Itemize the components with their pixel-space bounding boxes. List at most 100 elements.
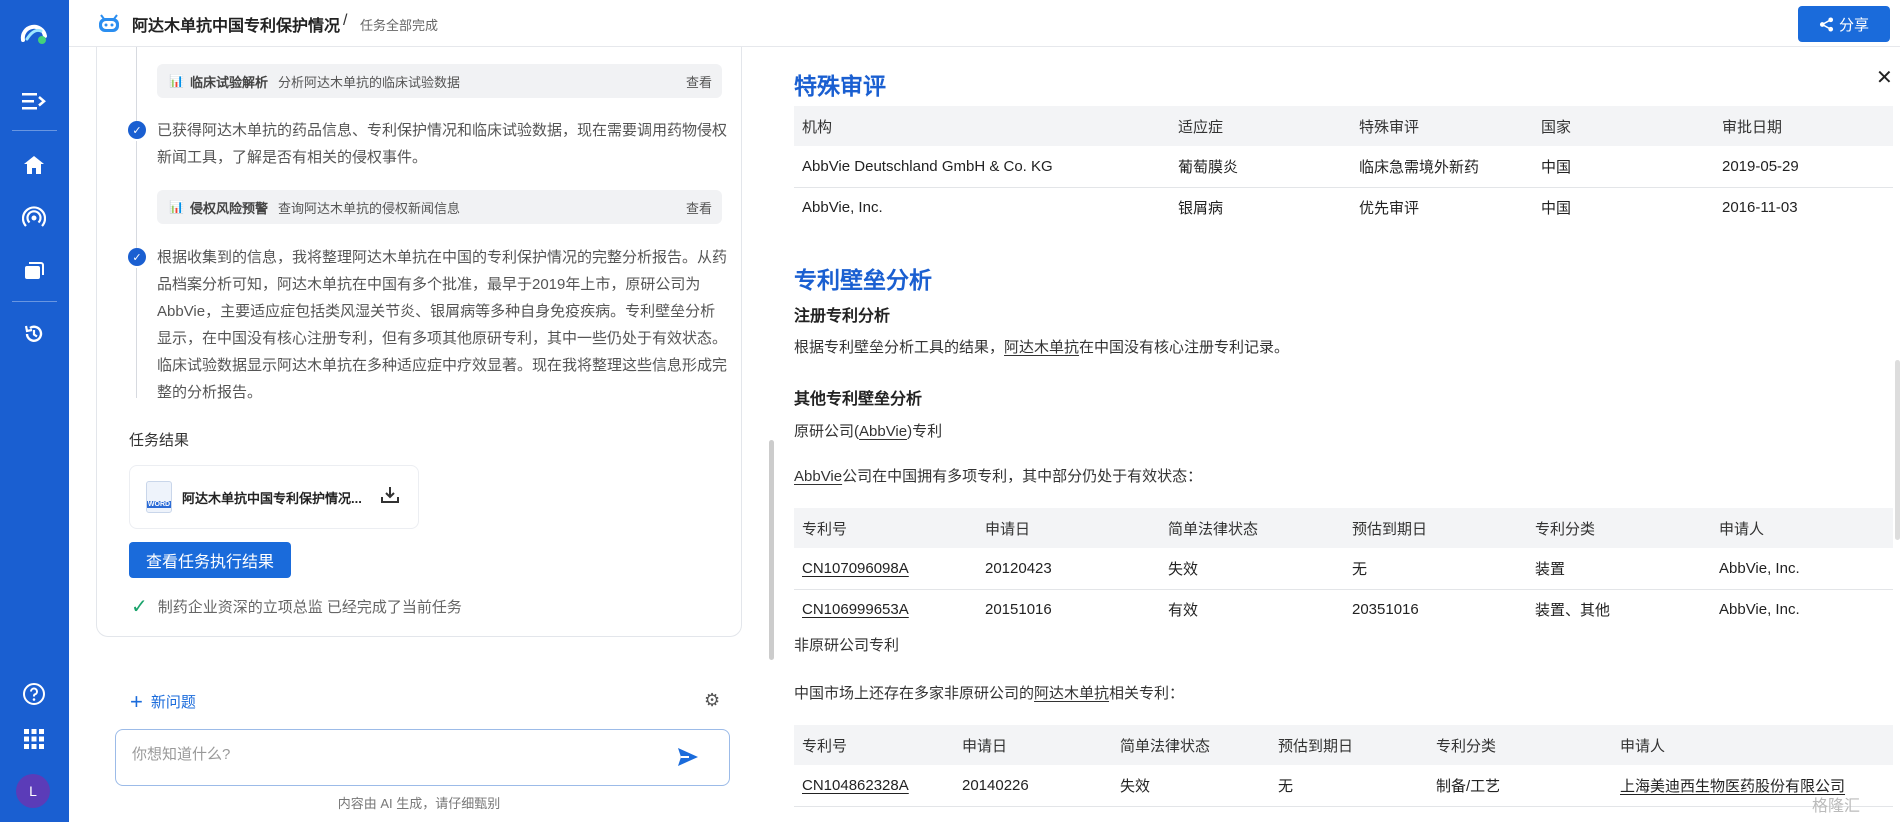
table-header: 申请日: [954, 725, 1112, 765]
share-button[interactable]: 分享: [1798, 6, 1890, 42]
table-cell: 失效: [1160, 548, 1344, 590]
table-cell: 无: [1270, 765, 1428, 807]
tool-description: 分析阿达木单抗的临床试验数据: [277, 74, 460, 90]
check-icon: ✓: [128, 121, 146, 139]
avatar[interactable]: L: [16, 774, 50, 808]
table-header: 简单法律状态: [1160, 508, 1344, 548]
drug-link[interactable]: 阿达木单抗: [1034, 685, 1109, 702]
home-icon[interactable]: [19, 150, 49, 180]
table-header: 专利分类: [1527, 508, 1711, 548]
word-file-icon: WORD: [146, 481, 172, 513]
history-icon[interactable]: [19, 319, 49, 349]
non-originator-patent-text: 中国市场上还存在多家非原研公司的阿达木单抗相关专利：: [794, 685, 1185, 702]
sidebar-divider: [12, 130, 57, 131]
table-cell: 失效: [1112, 765, 1270, 807]
table-cell: AbbVie, Inc.: [1711, 548, 1893, 590]
patent-number-link[interactable]: CN106999653A: [794, 589, 977, 630]
tool-card-infringement-risk: 📊 侵权风险预警 查询阿达木单抗的侵权新闻信息 查看: [157, 190, 722, 224]
task-steps-panel: 📊 临床试验解析 分析阿达木单抗的临床试验数据 查看 ✓ 已获得阿达木单抗的药品…: [96, 47, 742, 637]
checkmark-icon: ✓: [131, 596, 148, 618]
logo-icon[interactable]: [19, 18, 49, 48]
chart-icon: 📊: [169, 74, 184, 88]
tool-description: 查询阿达木单抗的侵权新闻信息: [277, 200, 460, 216]
new-question-button[interactable]: + 新问题: [130, 688, 196, 714]
section-title-patent-wall: 专利壁垒分析: [794, 267, 932, 293]
share-icon: [1819, 16, 1834, 32]
table-cell: AbbVie, Inc.: [802, 199, 883, 217]
registered-patent-text: 根据专利壁垒分析工具的结果，阿达木单抗在中国没有核心注册专利记录。: [794, 339, 1290, 356]
question-input[interactable]: [132, 746, 652, 763]
table-cell: 临床急需境外新药: [1351, 146, 1533, 188]
timeline-line: [136, 141, 137, 251]
sidebar-divider: [12, 301, 57, 302]
table-cell: 20151016: [985, 601, 1052, 619]
check-icon: ✓: [128, 248, 146, 266]
table-cell: 优先审评: [1359, 200, 1420, 218]
task-complete-text: 制药企业资深的立项总监 已经完成了当前任务: [157, 599, 462, 616]
tool-name: 临床试验解析: [189, 74, 268, 90]
plus-icon: +: [130, 688, 143, 714]
folders-icon[interactable]: [19, 256, 49, 286]
table-cell: AbbVie Deutschland GmbH & Co. KG: [794, 146, 1170, 188]
company-link[interactable]: AbbVie: [859, 423, 907, 440]
table-header: 国家: [1533, 106, 1714, 146]
table-header: 特殊审评: [1351, 106, 1533, 146]
non-originator-patent-label: 非原研公司专利: [794, 637, 900, 654]
close-icon[interactable]: ✕: [1876, 65, 1893, 90]
timeline-line: [136, 47, 137, 122]
table-cell: 20120423: [977, 548, 1160, 590]
table-cell: 有效: [1168, 602, 1199, 620]
table-header: 申请日: [977, 508, 1160, 548]
tool-card-clinical-trial: 📊 临床试验解析 分析阿达木单抗的临床试验数据 查看: [157, 64, 722, 98]
special-review-table: 机构 适应症 特殊审评 国家 审批日期 AbbVie Deutschland G…: [794, 106, 1893, 228]
expand-sidebar-icon[interactable]: [19, 86, 49, 116]
broadcast-icon[interactable]: [19, 203, 49, 233]
table-cell: 2019-05-29: [1714, 146, 1893, 188]
view-link[interactable]: 查看: [686, 72, 712, 91]
share-label: 分享: [1838, 16, 1869, 34]
table-header: 专利分类: [1428, 725, 1612, 765]
table-header: 机构: [794, 106, 1170, 146]
view-task-result-button[interactable]: 查看任务执行结果: [129, 542, 291, 578]
apps-grid-icon[interactable]: [19, 724, 49, 754]
table-cell: 制备/工艺: [1428, 765, 1612, 807]
new-question-label: 新问题: [150, 694, 196, 711]
chat-input-area: + 新问题 ⚙ 内容由 AI 生成，请仔细甄别: [96, 673, 742, 819]
view-link[interactable]: 查看: [686, 198, 712, 217]
table-row: CN107096098A 20120423 失效 无 装置 AbbVie, In…: [794, 548, 1893, 590]
right-scrollbar[interactable]: [1895, 360, 1900, 540]
chart-icon: 📊: [169, 200, 184, 214]
drug-link[interactable]: 阿达木单抗: [1004, 339, 1079, 356]
company-link[interactable]: AbbVie: [794, 468, 842, 485]
table-cell: 装置: [1527, 548, 1711, 590]
left-scrollbar[interactable]: [769, 440, 774, 660]
result-file-card[interactable]: WORD 阿达木单抗中国专利保护情况...: [129, 465, 419, 529]
help-icon[interactable]: [19, 679, 49, 709]
send-icon[interactable]: [675, 744, 701, 775]
table-header: 预估到期日: [1344, 508, 1527, 548]
abbvie-patent-text: AbbVie公司在中国拥有多项专利，其中部分仍处于有效状态：: [794, 468, 1203, 485]
question-input-box[interactable]: [115, 729, 730, 786]
table-cell: 中国: [1533, 146, 1714, 188]
patent-number-link[interactable]: CN107096098A: [794, 548, 977, 590]
table-header: 申请人: [1711, 508, 1893, 548]
download-icon[interactable]: [380, 485, 400, 510]
table-header: 专利号: [794, 725, 954, 765]
ai-disclaimer: 内容由 AI 生成，请仔细甄别: [337, 796, 501, 811]
subsection-title-registered-patent: 注册专利分析: [794, 308, 891, 325]
gear-icon[interactable]: ⚙: [704, 690, 720, 711]
patent-number-link[interactable]: CN104862328A: [794, 765, 954, 807]
table-header: 简单法律状态: [1112, 725, 1270, 765]
originator-patent-label: 原研公司(AbbVie)专利: [794, 423, 943, 440]
table-header: 审批日期: [1714, 106, 1893, 146]
report-panel: ✕ 特殊审评 机构 适应症 特殊审评 国家 审批日期 AbbVie Deutsc…: [793, 47, 1893, 822]
step-text: 已获得阿达木单抗的药品信息、专利保护情况和临床试验数据，现在需要调用药物侵权新闻…: [157, 122, 728, 166]
table-row: AbbVie Deutschland GmbH & Co. KG 葡萄膜炎 临床…: [794, 146, 1893, 188]
table-row: CN106999653A 20151016 有效 20351016 装置、其他 …: [794, 589, 1893, 630]
table-header: 申请人: [1612, 725, 1893, 765]
subsection-title-other-patent: 其他专利壁垒分析: [794, 391, 923, 408]
table-header: 预估到期日: [1270, 725, 1428, 765]
breadcrumb-separator: /: [343, 12, 348, 29]
originator-patent-table: 专利号 申请日 简单法律状态 预估到期日 专利分类 申请人 CN10709609…: [794, 508, 1893, 630]
table-cell: 2016-11-03: [1722, 199, 1798, 217]
